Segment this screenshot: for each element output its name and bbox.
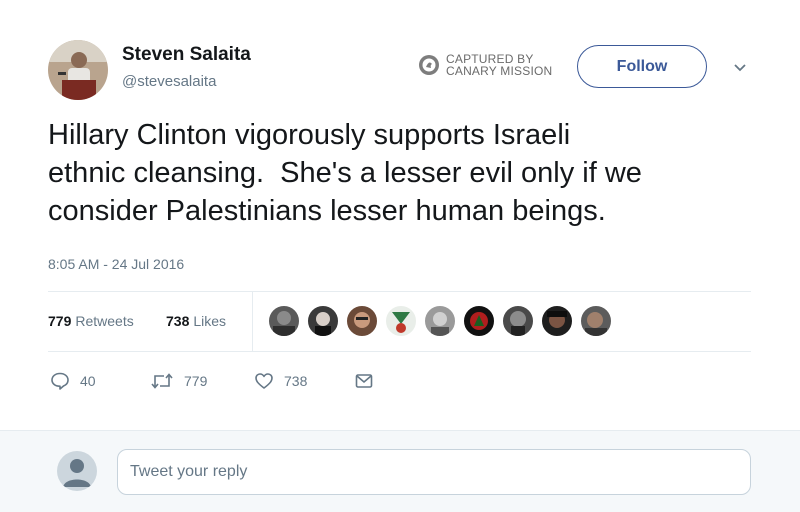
author-name[interactable]: Steven Salaita xyxy=(122,44,251,66)
author-avatar[interactable] xyxy=(48,40,108,100)
retweet-action[interactable]: 779 xyxy=(150,370,207,392)
retweets-count: 779 xyxy=(48,313,72,329)
tweet-text: Hillary Clinton vigorously supports Isra… xyxy=(48,119,642,227)
reply-area xyxy=(0,430,800,512)
retweet-arrows-icon xyxy=(151,373,173,389)
likes-stat[interactable]: 738 Likes xyxy=(166,313,226,329)
divider xyxy=(48,351,751,352)
liker-avatar[interactable] xyxy=(424,305,456,337)
reply-action[interactable]: 40 xyxy=(50,370,96,392)
current-user-avatar xyxy=(57,451,97,491)
follow-button[interactable]: Follow xyxy=(577,45,707,88)
liker-avatars xyxy=(268,305,619,337)
like-count: 738 xyxy=(284,373,308,389)
liker-avatar[interactable] xyxy=(268,305,300,337)
like-action[interactable]: 738 xyxy=(254,370,307,392)
speech-bubble-icon xyxy=(51,372,69,390)
retweets-label: Retweets xyxy=(75,313,134,329)
author-handle[interactable]: @stevesalaita xyxy=(122,73,216,90)
retweets-stat[interactable]: 779 Retweets xyxy=(48,313,134,329)
message-action[interactable] xyxy=(354,370,384,392)
canary-mission-watermark: CAPTURED BY CANARY MISSION xyxy=(418,52,552,78)
reply-count: 40 xyxy=(80,373,96,389)
liker-avatar[interactable] xyxy=(385,305,417,337)
envelope-icon xyxy=(355,374,373,388)
liker-avatar[interactable] xyxy=(346,305,378,337)
likes-count: 738 xyxy=(166,313,190,329)
liker-avatar[interactable] xyxy=(580,305,612,337)
liker-avatar[interactable] xyxy=(307,305,339,337)
heart-icon xyxy=(255,373,273,389)
tweet-card: Steven Salaita @stevesalaita CAPTURED BY… xyxy=(0,0,800,430)
liker-avatar[interactable] xyxy=(541,305,573,337)
reply-input[interactable] xyxy=(117,449,751,495)
watermark-line-2: CANARY MISSION xyxy=(446,64,553,78)
divider xyxy=(48,291,751,292)
retweet-count: 779 xyxy=(184,373,208,389)
stats-separator xyxy=(252,292,253,351)
liker-avatar[interactable] xyxy=(502,305,534,337)
liker-avatar[interactable] xyxy=(463,305,495,337)
likes-label: Likes xyxy=(193,313,227,329)
chevron-down-icon[interactable] xyxy=(732,62,748,74)
tweet-timestamp[interactable]: 8:05 AM - 24 Jul 2016 xyxy=(48,256,184,272)
canary-logo-icon xyxy=(419,55,439,75)
